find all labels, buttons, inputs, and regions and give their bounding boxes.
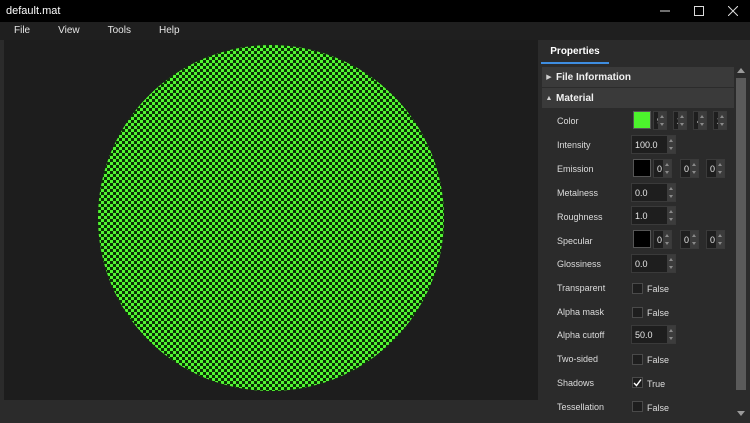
- alpha-mask-checkbox[interactable]: [632, 307, 643, 318]
- specular-r-field[interactable]: 0: [653, 230, 672, 249]
- close-button[interactable]: [716, 0, 750, 22]
- scroll-up-arrow-icon[interactable]: [737, 68, 745, 73]
- triangle-right-icon: ▶: [546, 74, 552, 81]
- color-b-spinner[interactable]: [698, 112, 706, 129]
- specular-g-value: 0: [684, 234, 690, 245]
- shadows-value: True: [647, 379, 666, 389]
- menu-help[interactable]: Help: [145, 22, 194, 40]
- menu-bar: File View Tools Help: [0, 22, 750, 40]
- scroll-down-arrow-icon[interactable]: [737, 411, 745, 416]
- emission-b-field[interactable]: 0: [706, 159, 725, 178]
- checkmark-icon: [633, 379, 642, 387]
- alpha-mask-value: False: [647, 308, 670, 318]
- roughness-value: 1.0: [635, 210, 648, 221]
- shadows-checkbox[interactable]: [632, 377, 643, 388]
- color-r-spinner[interactable]: [658, 112, 666, 129]
- tessellation-label: Tessellation: [557, 402, 605, 412]
- transparent-label: Transparent: [557, 283, 606, 293]
- section-material-label: Material: [556, 92, 594, 104]
- intensity-value: 100.0: [635, 139, 658, 150]
- roughness-spinner[interactable]: [667, 207, 675, 224]
- minimize-button[interactable]: [648, 0, 682, 22]
- two-sided-value: False: [647, 355, 670, 365]
- specular-g-spinner[interactable]: [690, 231, 698, 248]
- specular-r-spinner[interactable]: [663, 231, 671, 248]
- specular-b-value: 0: [710, 234, 716, 245]
- tab-properties[interactable]: Properties: [541, 44, 609, 64]
- section-material[interactable]: ▲ Material: [542, 88, 734, 108]
- emission-r-spinner[interactable]: [663, 160, 671, 177]
- emission-swatch[interactable]: [633, 159, 651, 177]
- emission-g-value: 0: [684, 163, 690, 174]
- glossiness-value: 0.0: [635, 258, 648, 269]
- metalness-spinner[interactable]: [667, 184, 675, 201]
- color-b-field[interactable]: 4: [693, 111, 707, 130]
- emission-b-spinner[interactable]: [716, 160, 724, 177]
- material-preview-viewport[interactable]: [4, 40, 538, 400]
- two-sided-checkbox[interactable]: [632, 354, 643, 365]
- specular-b-field[interactable]: 0: [706, 230, 725, 249]
- color-a-field[interactable]: 2: [713, 111, 727, 130]
- alpha-cutoff-label: Alpha cutoff: [557, 330, 605, 340]
- section-file-information-label: File Information: [556, 71, 631, 83]
- emission-label: Emission: [557, 164, 594, 174]
- glossiness-spinner[interactable]: [667, 255, 675, 272]
- glossiness-field[interactable]: 0.0: [631, 254, 676, 273]
- transparent-value: False: [647, 284, 670, 294]
- emission-b-value: 0: [710, 163, 716, 174]
- alpha-cutoff-field[interactable]: 50.0: [631, 325, 676, 344]
- two-sided-label: Two-sided: [557, 354, 599, 364]
- tessellation-value: False: [647, 403, 670, 413]
- alpha-cutoff-value: 50.0: [635, 329, 653, 340]
- color-swatch[interactable]: [633, 111, 651, 129]
- color-r-field[interactable]: 9: [653, 111, 667, 130]
- panel-tabs: Properties: [538, 40, 750, 64]
- alpha-mask-label: Alpha mask: [557, 307, 605, 317]
- metalness-label: Metalness: [557, 188, 599, 198]
- metalness-field[interactable]: 0.0: [631, 183, 676, 202]
- intensity-spinner[interactable]: [667, 136, 675, 153]
- properties-scrollbar[interactable]: [734, 64, 748, 420]
- minimize-icon: [660, 10, 670, 12]
- emission-g-spinner[interactable]: [690, 160, 698, 177]
- section-file-information[interactable]: ▶ File Information: [542, 67, 734, 87]
- emission-r-value: 0: [657, 163, 663, 174]
- color-g-field[interactable]: 2: [673, 111, 687, 130]
- intensity-field[interactable]: 100.0: [631, 135, 676, 154]
- specular-swatch[interactable]: [633, 230, 651, 248]
- specular-label: Specular: [557, 236, 593, 246]
- scroll-thumb[interactable]: [736, 78, 746, 390]
- menu-file[interactable]: File: [0, 22, 44, 40]
- transparent-checkbox[interactable]: [632, 283, 643, 294]
- tessellation-checkbox[interactable]: [632, 401, 643, 412]
- maximize-icon: [694, 6, 704, 16]
- close-icon: [728, 6, 738, 16]
- roughness-label: Roughness: [557, 212, 603, 222]
- emission-r-field[interactable]: 0: [653, 159, 672, 178]
- specular-r-value: 0: [657, 234, 663, 245]
- specular-b-spinner[interactable]: [716, 231, 724, 248]
- color-a-spinner[interactable]: [718, 112, 726, 129]
- shadows-label: Shadows: [557, 378, 595, 388]
- menu-tools[interactable]: Tools: [94, 22, 145, 40]
- intensity-label: Intensity: [557, 140, 591, 150]
- menu-view[interactable]: View: [44, 22, 94, 40]
- preview-sphere[interactable]: [98, 45, 444, 391]
- properties-panel: Properties ▶ File Information ▲ Material…: [538, 40, 750, 423]
- title-bar: default.mat: [0, 0, 750, 22]
- specular-g-field[interactable]: 0: [680, 230, 699, 249]
- alpha-cutoff-spinner[interactable]: [667, 326, 675, 343]
- maximize-button[interactable]: [682, 0, 716, 22]
- emission-g-field[interactable]: 0: [680, 159, 699, 178]
- roughness-field[interactable]: 1.0: [631, 206, 676, 225]
- glossiness-label: Glossiness: [557, 259, 602, 269]
- color-g-spinner[interactable]: [678, 112, 686, 129]
- color-label: Color: [557, 116, 579, 126]
- metalness-value: 0.0: [635, 187, 648, 198]
- triangle-down-icon: ▲: [545, 94, 553, 102]
- window-title: default.mat: [6, 5, 61, 17]
